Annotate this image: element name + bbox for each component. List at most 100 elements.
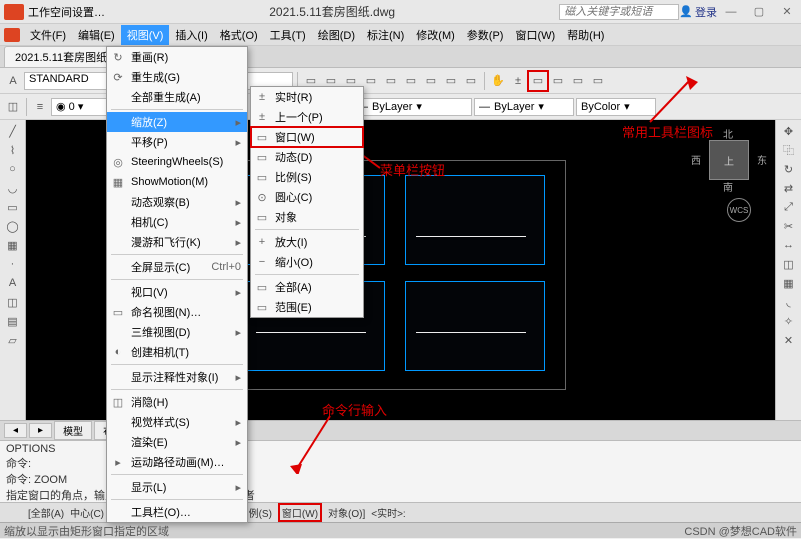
menu-item[interactable]: ◫消隐(H) <box>107 392 247 412</box>
text-icon[interactable]: A <box>3 274 23 292</box>
menu-item[interactable]: ◐创建相机(T) <box>107 342 247 362</box>
model-tab[interactable]: 模型 <box>54 421 92 440</box>
tool-icon[interactable]: ▭ <box>589 72 607 90</box>
menu-dimension[interactable]: 标注(N) <box>361 25 410 45</box>
move-icon[interactable]: ✥ <box>779 122 799 140</box>
menu-help[interactable]: 帮助(H) <box>561 25 610 45</box>
menu-item[interactable]: 渲染(E)▸ <box>107 432 247 452</box>
menu-item[interactable]: 视觉样式(S)▸ <box>107 412 247 432</box>
workspace-dropdown[interactable]: 工作空间设置… <box>28 4 105 20</box>
maximize-button[interactable]: ▢ <box>745 5 773 18</box>
close-button[interactable]: ✕ <box>773 5 801 18</box>
extend-icon[interactable]: ↔ <box>779 236 799 254</box>
opt-object[interactable]: 对象(O)] <box>328 505 365 520</box>
opt-realtime[interactable]: <实时>: <box>371 505 405 520</box>
search-input[interactable] <box>559 4 679 20</box>
menu-file[interactable]: 文件(F) <box>24 25 72 45</box>
menu-item[interactable]: ±上一个(P) <box>251 107 363 127</box>
view-cube[interactable]: 北 南 西 东 上 <box>697 128 761 192</box>
ellipse-icon[interactable]: ◯ <box>3 217 23 235</box>
menu-draw[interactable]: 绘图(D) <box>312 25 361 45</box>
app-icon[interactable] <box>4 28 20 42</box>
menu-item[interactable]: 动态观察(B)▸ <box>107 192 247 212</box>
menu-item[interactable]: 漫游和飞行(K)▸ <box>107 232 247 252</box>
tool-icon[interactable]: ▭ <box>362 72 380 90</box>
menu-item[interactable]: 全部重生成(A) <box>107 87 247 107</box>
hatch-icon[interactable]: ▦ <box>3 236 23 254</box>
pan-icon[interactable]: ✋ <box>489 72 507 90</box>
table-icon[interactable]: ▤ <box>3 312 23 330</box>
menu-item[interactable]: 工具栏(O)… <box>107 502 247 522</box>
minimize-button[interactable]: — <box>717 6 745 18</box>
menu-item[interactable]: ▦ShowMotion(M) <box>107 172 247 192</box>
dim-icon[interactable]: A <box>4 72 22 90</box>
menu-item[interactable]: ▭窗口(W) <box>251 127 363 147</box>
tool-icon[interactable]: ▭ <box>462 72 480 90</box>
pline-icon[interactable]: ⌇ <box>3 141 23 159</box>
menu-item[interactable]: ⟳重生成(G) <box>107 67 247 87</box>
tool-icon[interactable]: ▭ <box>569 72 587 90</box>
document-tab[interactable]: 2021.5.11套房图纸* <box>4 46 122 67</box>
menu-item[interactable]: 三维视图(D)▸ <box>107 322 247 342</box>
menu-item[interactable]: 视口(V)▸ <box>107 282 247 302</box>
arc-icon[interactable]: ◡ <box>3 179 23 197</box>
menu-item[interactable]: −缩小(O) <box>251 252 363 272</box>
wcs-icon[interactable]: WCS <box>727 198 751 222</box>
array-icon[interactable]: ▦ <box>779 274 799 292</box>
copy-icon[interactable]: ⿻ <box>779 141 799 159</box>
fillet-icon[interactable]: ◟ <box>779 293 799 311</box>
offset-icon[interactable]: ◫ <box>779 255 799 273</box>
menu-item[interactable]: 显示注释性对象(I)▸ <box>107 367 247 387</box>
rotate-icon[interactable]: ↻ <box>779 160 799 178</box>
menu-view[interactable]: 视图(V) <box>121 25 170 45</box>
menu-item[interactable]: ±实时(R) <box>251 87 363 107</box>
explode-icon[interactable]: ✧ <box>779 312 799 330</box>
zoom-realtime-icon[interactable]: ± <box>509 72 527 90</box>
opt-window[interactable]: 窗口(W) <box>278 503 322 522</box>
scale-icon[interactable]: ⤢ <box>779 198 799 216</box>
line-icon[interactable]: ╱ <box>3 122 23 140</box>
block-icon[interactable]: ◫ <box>3 293 23 311</box>
menu-format[interactable]: 格式(O) <box>214 25 264 45</box>
erase-icon[interactable]: ✕ <box>779 331 799 349</box>
zoom-window-icon[interactable]: ▭ <box>529 72 547 90</box>
menu-item[interactable]: +放大(I) <box>251 232 363 252</box>
menu-item[interactable]: ▭全部(A) <box>251 277 363 297</box>
layer-icon[interactable]: ≡ <box>31 98 49 116</box>
linetype-combo[interactable]: — ByLayer ▾ <box>352 98 472 116</box>
circle-icon[interactable]: ○ <box>3 160 23 178</box>
menu-item[interactable]: ▭比例(S) <box>251 167 363 187</box>
region-icon[interactable]: ▱ <box>3 331 23 349</box>
menu-param[interactable]: 参数(P) <box>461 25 510 45</box>
menu-item[interactable]: ↻重画(R) <box>107 47 247 67</box>
zoom-prev-icon[interactable]: ▭ <box>549 72 567 90</box>
tool-icon[interactable]: ▭ <box>442 72 460 90</box>
login-link[interactable]: 👤登录 <box>679 4 717 20</box>
tab-prev-button[interactable]: ◂ <box>4 423 27 438</box>
opt-all[interactable]: [全部(A) <box>28 505 64 520</box>
menu-item[interactable]: ◎SteeringWheels(S) <box>107 152 247 172</box>
menu-window[interactable]: 窗口(W) <box>509 25 561 45</box>
tool-icon[interactable]: ▭ <box>422 72 440 90</box>
mirror-icon[interactable]: ⇄ <box>779 179 799 197</box>
menu-item[interactable]: 全屏显示(C)Ctrl+0 <box>107 257 247 277</box>
menu-item[interactable]: 相机(C)▸ <box>107 212 247 232</box>
menu-tools[interactable]: 工具(T) <box>264 25 312 45</box>
lineweight-combo[interactable]: — ByLayer ▾ <box>474 98 574 116</box>
menu-item[interactable]: 显示(L)▸ <box>107 477 247 497</box>
menu-item[interactable]: ▸运动路径动画(M)… <box>107 452 247 472</box>
rect-icon[interactable]: ▭ <box>3 198 23 216</box>
tool-icon[interactable]: ◫ <box>4 98 22 116</box>
menu-item[interactable]: ⊙圆心(C) <box>251 187 363 207</box>
menu-item[interactable]: ▭动态(D) <box>251 147 363 167</box>
tab-next-button[interactable]: ▸ <box>29 423 52 438</box>
menu-modify[interactable]: 修改(M) <box>410 25 461 45</box>
tool-icon[interactable]: ▭ <box>382 72 400 90</box>
tool-icon[interactable]: ▭ <box>402 72 420 90</box>
menu-insert[interactable]: 插入(I) <box>169 25 213 45</box>
trim-icon[interactable]: ✂ <box>779 217 799 235</box>
menu-item[interactable]: 缩放(Z)▸ <box>107 112 247 132</box>
menu-item[interactable]: ▭命名视图(N)… <box>107 302 247 322</box>
menu-edit[interactable]: 编辑(E) <box>72 25 121 45</box>
menu-item[interactable]: 平移(P)▸ <box>107 132 247 152</box>
